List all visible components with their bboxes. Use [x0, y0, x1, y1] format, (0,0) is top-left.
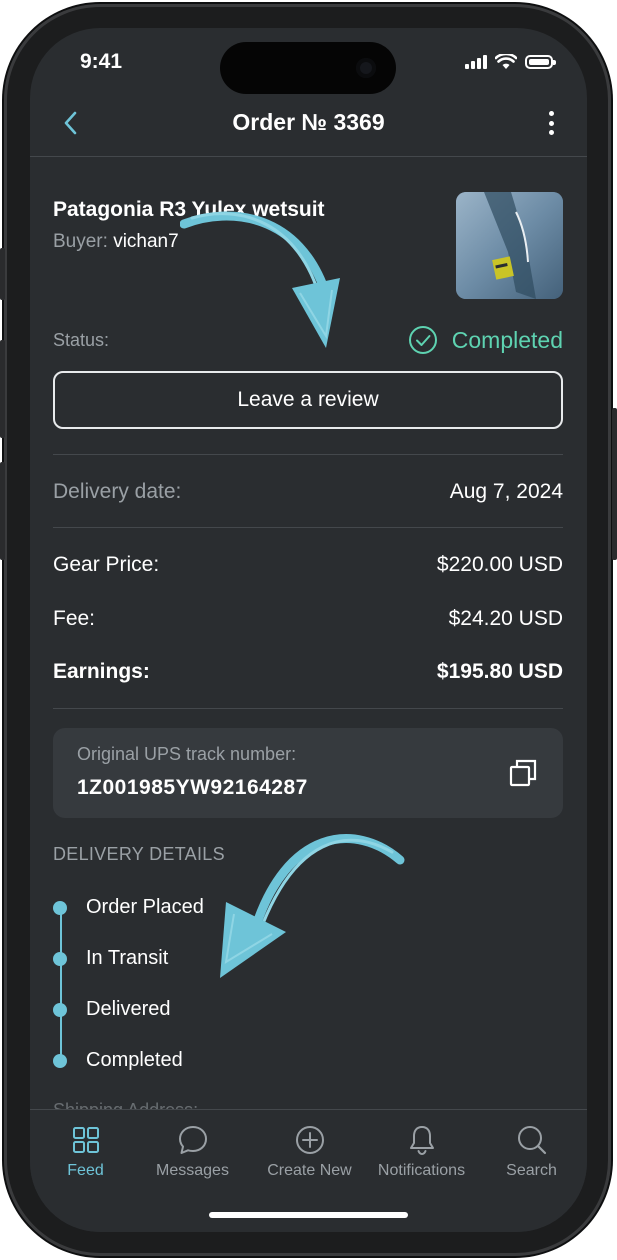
timeline-dot [53, 1002, 67, 1017]
delivery-date-label: Delivery date: [53, 480, 182, 503]
timeline-step-label: Order Placed [86, 896, 204, 918]
app-screen: 9:41 Order № 3369 Patagonia R3 Yulex wet… [30, 28, 587, 1232]
leave-review-button[interactable]: Leave a review [53, 371, 563, 429]
divider [53, 527, 563, 528]
battery-icon [525, 55, 556, 69]
tab-messages[interactable]: Messages [137, 1124, 248, 1180]
status-bar: 9:41 [30, 28, 587, 94]
dynamic-island [220, 42, 396, 94]
plus-circle-icon [295, 1126, 324, 1154]
timeline-step-label: Delivered [86, 998, 171, 1020]
status-value: Completed [451, 326, 563, 353]
tab-notifications[interactable]: Notifications [366, 1124, 477, 1180]
tab-feed[interactable]: Feed [30, 1124, 141, 1180]
check-circle-icon [408, 326, 437, 354]
tab-create-new[interactable]: Create New [254, 1124, 365, 1180]
system-icons [465, 54, 556, 70]
power-button [612, 408, 617, 560]
divider [53, 454, 563, 455]
delivery-date-value: Aug 7, 2024 [449, 480, 563, 503]
timeline-dot [53, 1053, 67, 1068]
tab-bar: Feed Messages Create New Notifications S… [30, 1109, 587, 1232]
wifi-icon [495, 54, 517, 69]
gear-price-value: $220.00 USD [436, 553, 563, 576]
fee-row: Fee: $24.20 USD [53, 607, 563, 631]
page-title: Order № 3369 [232, 109, 385, 135]
timeline-dot [53, 900, 67, 915]
gear-price-row: Gear Price: $220.00 USD [53, 553, 563, 577]
more-vertical-icon[interactable] [541, 108, 561, 138]
tab-search[interactable]: Search [476, 1124, 587, 1180]
timeline-step: Order Placed [53, 896, 204, 919]
fee-label: Fee: [53, 607, 96, 630]
delivery-details-heading: DELIVERY DETAILS [53, 844, 225, 864]
product-image[interactable] [456, 192, 563, 299]
volume-up-button [0, 340, 5, 438]
annotation-arrow [220, 834, 405, 978]
timeline-step-label: In Transit [86, 947, 169, 969]
clock: 9:41 [80, 50, 123, 73]
navigation-bar: Order № 3369 [30, 92, 587, 157]
copy-icon[interactable] [509, 759, 537, 787]
earnings-label: Earnings: [53, 660, 150, 683]
earnings-value: $195.80 USD [436, 660, 563, 683]
product-title: Patagonia R3 Yulex wetsuit [53, 198, 325, 221]
cellular-signal-icon [465, 55, 487, 69]
tracking-card: Original UPS track number: 1Z001985YW921… [53, 728, 563, 818]
timeline-step-label: Completed [86, 1049, 183, 1071]
timeline-dot [53, 951, 67, 966]
tab-label: Messages [156, 1162, 229, 1179]
divider [53, 708, 563, 709]
gear-price-label: Gear Price: [53, 553, 160, 576]
timeline-line [60, 910, 62, 1060]
timeline-step: In Transit [53, 947, 168, 970]
grid-icon [72, 1127, 99, 1153]
status-badge: Completed [408, 325, 563, 355]
bell-icon [409, 1126, 434, 1156]
timeline-step: Completed [53, 1049, 183, 1072]
delivery-date-row: Delivery date: Aug 7, 2024 [53, 480, 563, 504]
tracking-number[interactable]: 1Z001985YW92164287 [77, 776, 308, 800]
search-icon [517, 1126, 546, 1155]
chat-bubble-icon [178, 1126, 207, 1154]
tab-label: Notifications [377, 1162, 466, 1179]
status-label: Status: [53, 330, 110, 350]
action-button [0, 248, 5, 300]
buyer-name[interactable]: vichan7 [113, 231, 179, 252]
tracking-label: Original UPS track number: [77, 744, 297, 764]
home-indicator[interactable] [209, 1212, 408, 1218]
earnings-row: Earnings: $195.80 USD [53, 660, 563, 684]
tab-label: Create New [267, 1162, 352, 1179]
timeline-step: Delivered [53, 998, 170, 1021]
buyer-label: Buyer: [53, 231, 108, 252]
volume-down-button [0, 462, 5, 560]
fee-value: $24.20 USD [448, 607, 563, 630]
annotation-arrow [180, 211, 340, 348]
buyer-line: Buyer: vichan7 [53, 231, 179, 253]
tab-label: Feed [67, 1162, 104, 1179]
tab-label: Search [506, 1162, 557, 1179]
